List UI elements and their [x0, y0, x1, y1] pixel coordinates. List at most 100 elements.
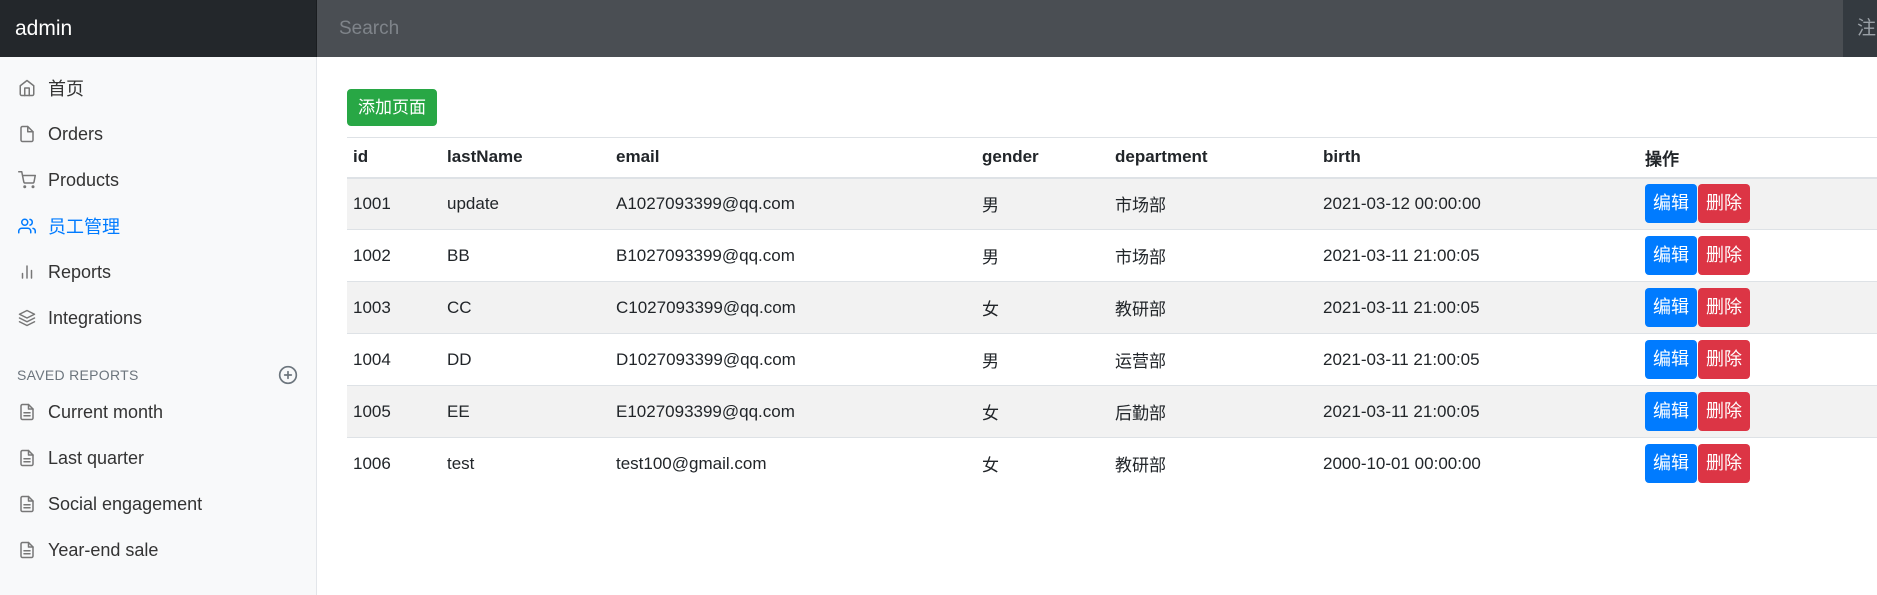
saved-reports-title: SAVED REPORTS [17, 367, 139, 383]
cell-birth: 2021-03-11 21:00:05 [1317, 333, 1639, 386]
sidebar-item-label: 员工管理 [48, 217, 120, 237]
table-row: 1002 BB B1027093399@qq.com 男 市场部 2021-03… [347, 229, 1877, 282]
sidebar-item-integrations[interactable]: Integrations [0, 295, 316, 341]
delete-button[interactable]: 删除 [1698, 340, 1750, 379]
cell-department: 市场部 [1109, 229, 1317, 282]
sidebar-item-label: Orders [48, 123, 104, 144]
cell-department: 市场部 [1109, 177, 1317, 230]
saved-report-label: Year-end sale [48, 539, 159, 560]
home-icon [18, 79, 36, 97]
cell-gender: 女 [976, 281, 1109, 334]
sidebar-item-products[interactable]: Products [0, 157, 316, 203]
cell-birth: 2021-03-11 21:00:05 [1317, 281, 1639, 334]
cell-email: D1027093399@qq.com [610, 333, 976, 386]
add-employee-button[interactable]: 添加页面 [347, 89, 437, 126]
cell-birth: 2021-03-11 21:00:05 [1317, 229, 1639, 282]
cell-gender: 女 [976, 437, 1109, 490]
sidebar-item-employee-management[interactable]: 员工管理 [0, 203, 316, 249]
cell-actions: 编辑 删除 [1639, 437, 1877, 490]
delete-button[interactable]: 删除 [1698, 288, 1750, 327]
cell-actions: 编辑 删除 [1639, 333, 1877, 386]
cell-email: test100@gmail.com [610, 437, 976, 490]
delete-button[interactable]: 删除 [1698, 392, 1750, 431]
column-header-actions: 操作 [1639, 137, 1877, 179]
saved-report-label: Current month [48, 401, 164, 422]
saved-report-year-end-sale[interactable]: Year-end sale [0, 527, 316, 573]
cell-lastname: EE [441, 385, 610, 438]
saved-report-current-month[interactable]: Current month [0, 389, 316, 435]
cart-icon [18, 171, 36, 189]
sidebar: 首页 Orders Products 员工管理 Reports Integrat… [0, 57, 317, 595]
edit-button[interactable]: 编辑 [1645, 392, 1697, 431]
cell-id: 1004 [347, 333, 441, 386]
cell-email: C1027093399@qq.com [610, 281, 976, 334]
table-row: 1004 DD D1027093399@qq.com 男 运营部 2021-03… [347, 333, 1877, 386]
cell-id: 1005 [347, 385, 441, 438]
delete-button[interactable]: 删除 [1698, 236, 1750, 275]
table-row: 1001 update A1027093399@qq.com 男 市场部 202… [347, 177, 1877, 230]
sidebar-item-label: Products [48, 169, 120, 190]
sidebar-item-reports[interactable]: Reports [0, 249, 316, 295]
layers-icon [18, 309, 36, 327]
file-icon [18, 125, 36, 143]
table-row: 1003 CC C1027093399@qq.com 女 教研部 2021-03… [347, 281, 1877, 334]
cell-lastname: update [441, 177, 610, 230]
cell-actions: 编辑 删除 [1639, 281, 1877, 334]
search-input[interactable] [317, 0, 1843, 57]
saved-report-last-quarter[interactable]: Last quarter [0, 435, 316, 481]
cell-department: 后勤部 [1109, 385, 1317, 438]
sidebar-item-label: Integrations [48, 307, 143, 328]
cell-department: 教研部 [1109, 437, 1317, 490]
main-content: 添加页面 id lastName email gender department… [317, 57, 1877, 595]
saved-report-label: Last quarter [48, 447, 145, 468]
cell-lastname: BB [441, 229, 610, 282]
saved-reports-heading: SAVED REPORTS [0, 361, 316, 389]
brand-logo[interactable]: admin [0, 0, 317, 57]
column-header-birth: birth [1317, 137, 1639, 179]
delete-button[interactable]: 删除 [1698, 184, 1750, 224]
cell-lastname: test [441, 437, 610, 490]
cell-actions: 编辑 删除 [1639, 229, 1877, 282]
cell-gender: 男 [976, 333, 1109, 386]
sidebar-item-label: 首页 [48, 79, 84, 99]
cell-actions: 编辑 删除 [1639, 177, 1877, 230]
cell-actions: 编辑 删除 [1639, 385, 1877, 438]
edit-button[interactable]: 编辑 [1645, 184, 1697, 224]
file-text-icon [18, 449, 36, 467]
file-text-icon [18, 495, 36, 513]
cell-id: 1001 [347, 177, 441, 230]
edit-button[interactable]: 编辑 [1645, 288, 1697, 327]
cell-gender: 女 [976, 385, 1109, 438]
edit-button[interactable]: 编辑 [1645, 444, 1697, 484]
cell-birth: 2000-10-01 00:00:00 [1317, 437, 1639, 490]
cell-id: 1002 [347, 229, 441, 282]
cell-email: B1027093399@qq.com [610, 229, 976, 282]
table-row: 1005 EE E1027093399@qq.com 女 后勤部 2021-03… [347, 385, 1877, 438]
column-header-lastname: lastName [441, 137, 610, 179]
file-text-icon [18, 403, 36, 421]
top-navbar: admin 注 [0, 0, 1877, 57]
edit-button[interactable]: 编辑 [1645, 236, 1697, 275]
column-header-email: email [610, 137, 976, 179]
saved-report-label: Social engagement [48, 493, 203, 514]
sidebar-item-home[interactable]: 首页 [0, 65, 316, 111]
cell-id: 1006 [347, 437, 441, 490]
table-row: 1006 test test100@gmail.com 女 教研部 2000-1… [347, 437, 1877, 490]
users-icon [18, 217, 36, 235]
table-header-row: id lastName email gender department birt… [347, 137, 1877, 179]
cell-birth: 2021-03-11 21:00:05 [1317, 385, 1639, 438]
column-header-gender: gender [976, 137, 1109, 179]
plus-circle-icon[interactable] [278, 365, 298, 385]
cell-gender: 男 [976, 229, 1109, 282]
sidebar-item-label: Reports [48, 261, 112, 282]
cell-department: 运营部 [1109, 333, 1317, 386]
sign-out-link[interactable]: 注 [1843, 0, 1877, 57]
delete-button[interactable]: 删除 [1698, 444, 1750, 484]
edit-button[interactable]: 编辑 [1645, 340, 1697, 379]
sidebar-item-orders[interactable]: Orders [0, 111, 316, 157]
file-text-icon [18, 541, 36, 559]
cell-lastname: CC [441, 281, 610, 334]
column-header-id: id [347, 137, 441, 179]
saved-report-social-engagement[interactable]: Social engagement [0, 481, 316, 527]
cell-birth: 2021-03-12 00:00:00 [1317, 177, 1639, 230]
